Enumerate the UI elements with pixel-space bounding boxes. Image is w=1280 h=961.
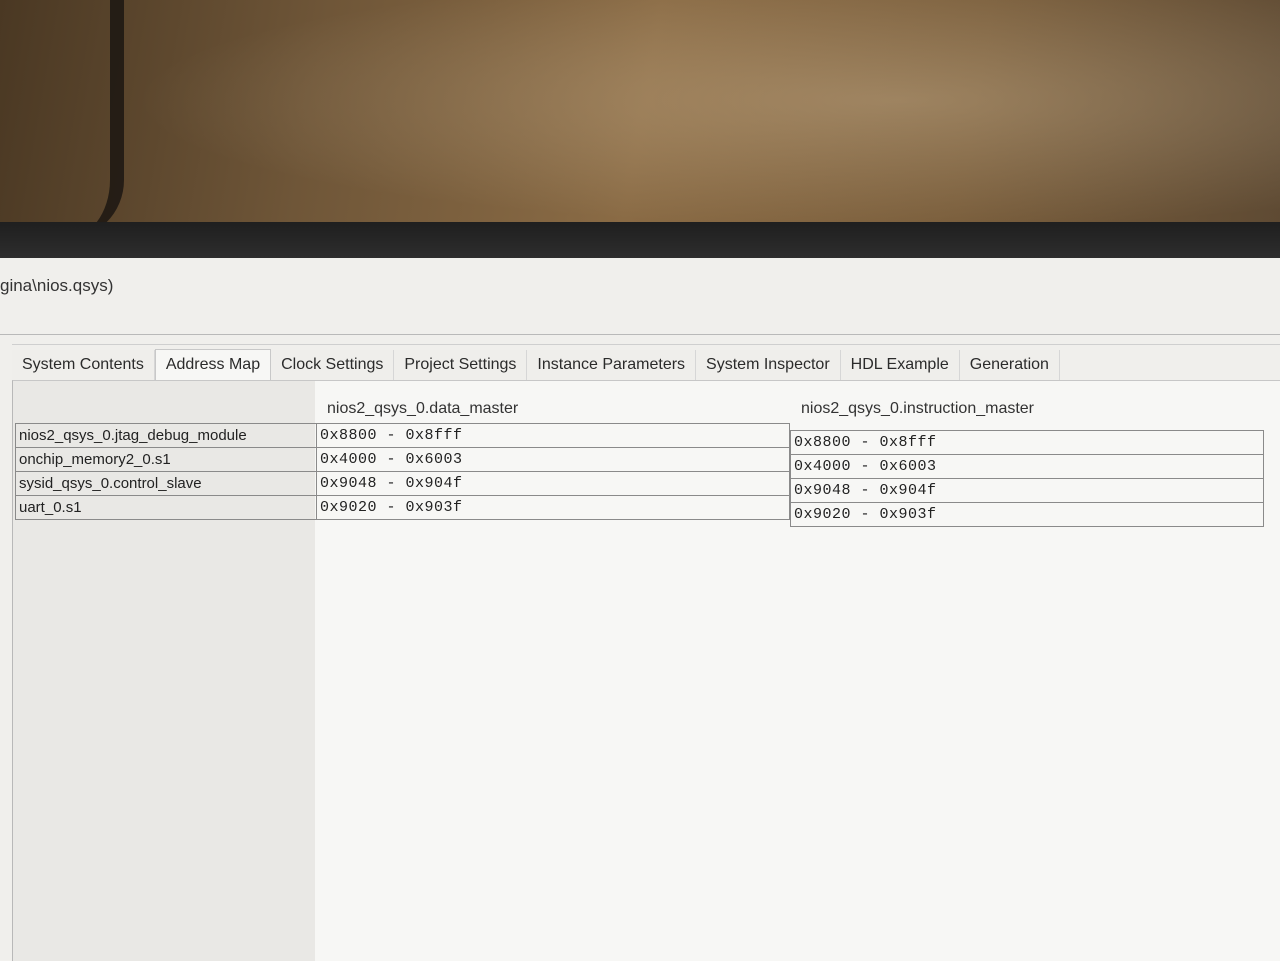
tab-hdl-example[interactable]: HDL Example xyxy=(840,350,960,381)
table-row[interactable]: 0x9048 - 0x904f xyxy=(790,478,1264,503)
instruction-master-table: 0x8800 - 0x8fff 0x4000 - 0x6003 0x9048 -… xyxy=(790,430,1264,527)
address-range-cell[interactable]: 0x4000 - 0x6003 xyxy=(316,447,790,472)
column-header-data-master: nios2_qsys_0.data_master xyxy=(327,400,519,417)
tab-clock-settings[interactable]: Clock Settings xyxy=(271,350,395,381)
table-row[interactable]: 0x9020 - 0x903f xyxy=(316,495,790,520)
address-range-cell[interactable]: 0x9020 - 0x903f xyxy=(316,495,790,520)
table-row[interactable]: 0x4000 - 0x6003 xyxy=(316,447,790,472)
table-row[interactable]: 0x4000 - 0x6003 xyxy=(790,454,1264,479)
address-range-cell[interactable]: 0x8800 - 0x8fff xyxy=(316,423,790,448)
address-map-panel: nios2_qsys_0.data_master nios2_qsys_0.in… xyxy=(12,380,1280,961)
table-row[interactable]: 0x8800 - 0x8fff xyxy=(316,423,790,448)
qsys-window: gina\nios.qsys) System Contents Address … xyxy=(0,258,1280,961)
window-title: gina\nios.qsys) xyxy=(0,276,114,295)
slave-name: sysid_qsys_0.control_slave xyxy=(15,471,317,496)
cable xyxy=(0,0,124,240)
table-row[interactable]: 0x8800 - 0x8fff xyxy=(790,430,1264,455)
tab-bar: System Contents Address Map Clock Settin… xyxy=(12,344,1280,381)
tab-system-inspector[interactable]: System Inspector xyxy=(696,350,841,381)
monitor-bezel xyxy=(0,222,1280,260)
table-row[interactable]: nios2_qsys_0.jtag_debug_module xyxy=(15,423,317,448)
tab-address-map[interactable]: Address Map xyxy=(154,349,272,381)
data-master-table: 0x8800 - 0x8fff 0x4000 - 0x6003 0x9048 -… xyxy=(316,423,790,520)
table-row[interactable]: uart_0.s1 xyxy=(15,495,317,520)
slave-name: nios2_qsys_0.jtag_debug_module xyxy=(15,423,317,448)
address-range-cell[interactable]: 0x9048 - 0x904f xyxy=(790,478,1264,503)
tab-system-contents[interactable]: System Contents xyxy=(12,350,155,381)
slave-name: onchip_memory2_0.s1 xyxy=(15,447,317,472)
slave-list: nios2_qsys_0.jtag_debug_module onchip_me… xyxy=(15,423,317,520)
address-range-cell[interactable]: 0x4000 - 0x6003 xyxy=(790,454,1264,479)
address-range-cell[interactable]: 0x8800 - 0x8fff xyxy=(790,430,1264,455)
title-divider xyxy=(0,334,1280,335)
tab-project-settings[interactable]: Project Settings xyxy=(394,350,528,381)
column-header-instruction-master: nios2_qsys_0.instruction_master xyxy=(801,400,1035,417)
address-range-cell[interactable]: 0x9020 - 0x903f xyxy=(790,502,1264,527)
slave-name: uart_0.s1 xyxy=(15,495,317,520)
table-row[interactable]: 0x9048 - 0x904f xyxy=(316,471,790,496)
tab-generation[interactable]: Generation xyxy=(959,350,1060,381)
photo-backdrop xyxy=(0,0,1280,250)
table-row[interactable]: 0x9020 - 0x903f xyxy=(790,502,1264,527)
tab-instance-parameters[interactable]: Instance Parameters xyxy=(527,350,697,381)
table-row[interactable]: onchip_memory2_0.s1 xyxy=(15,447,317,472)
table-row[interactable]: sysid_qsys_0.control_slave xyxy=(15,471,317,496)
address-range-cell[interactable]: 0x9048 - 0x904f xyxy=(316,471,790,496)
